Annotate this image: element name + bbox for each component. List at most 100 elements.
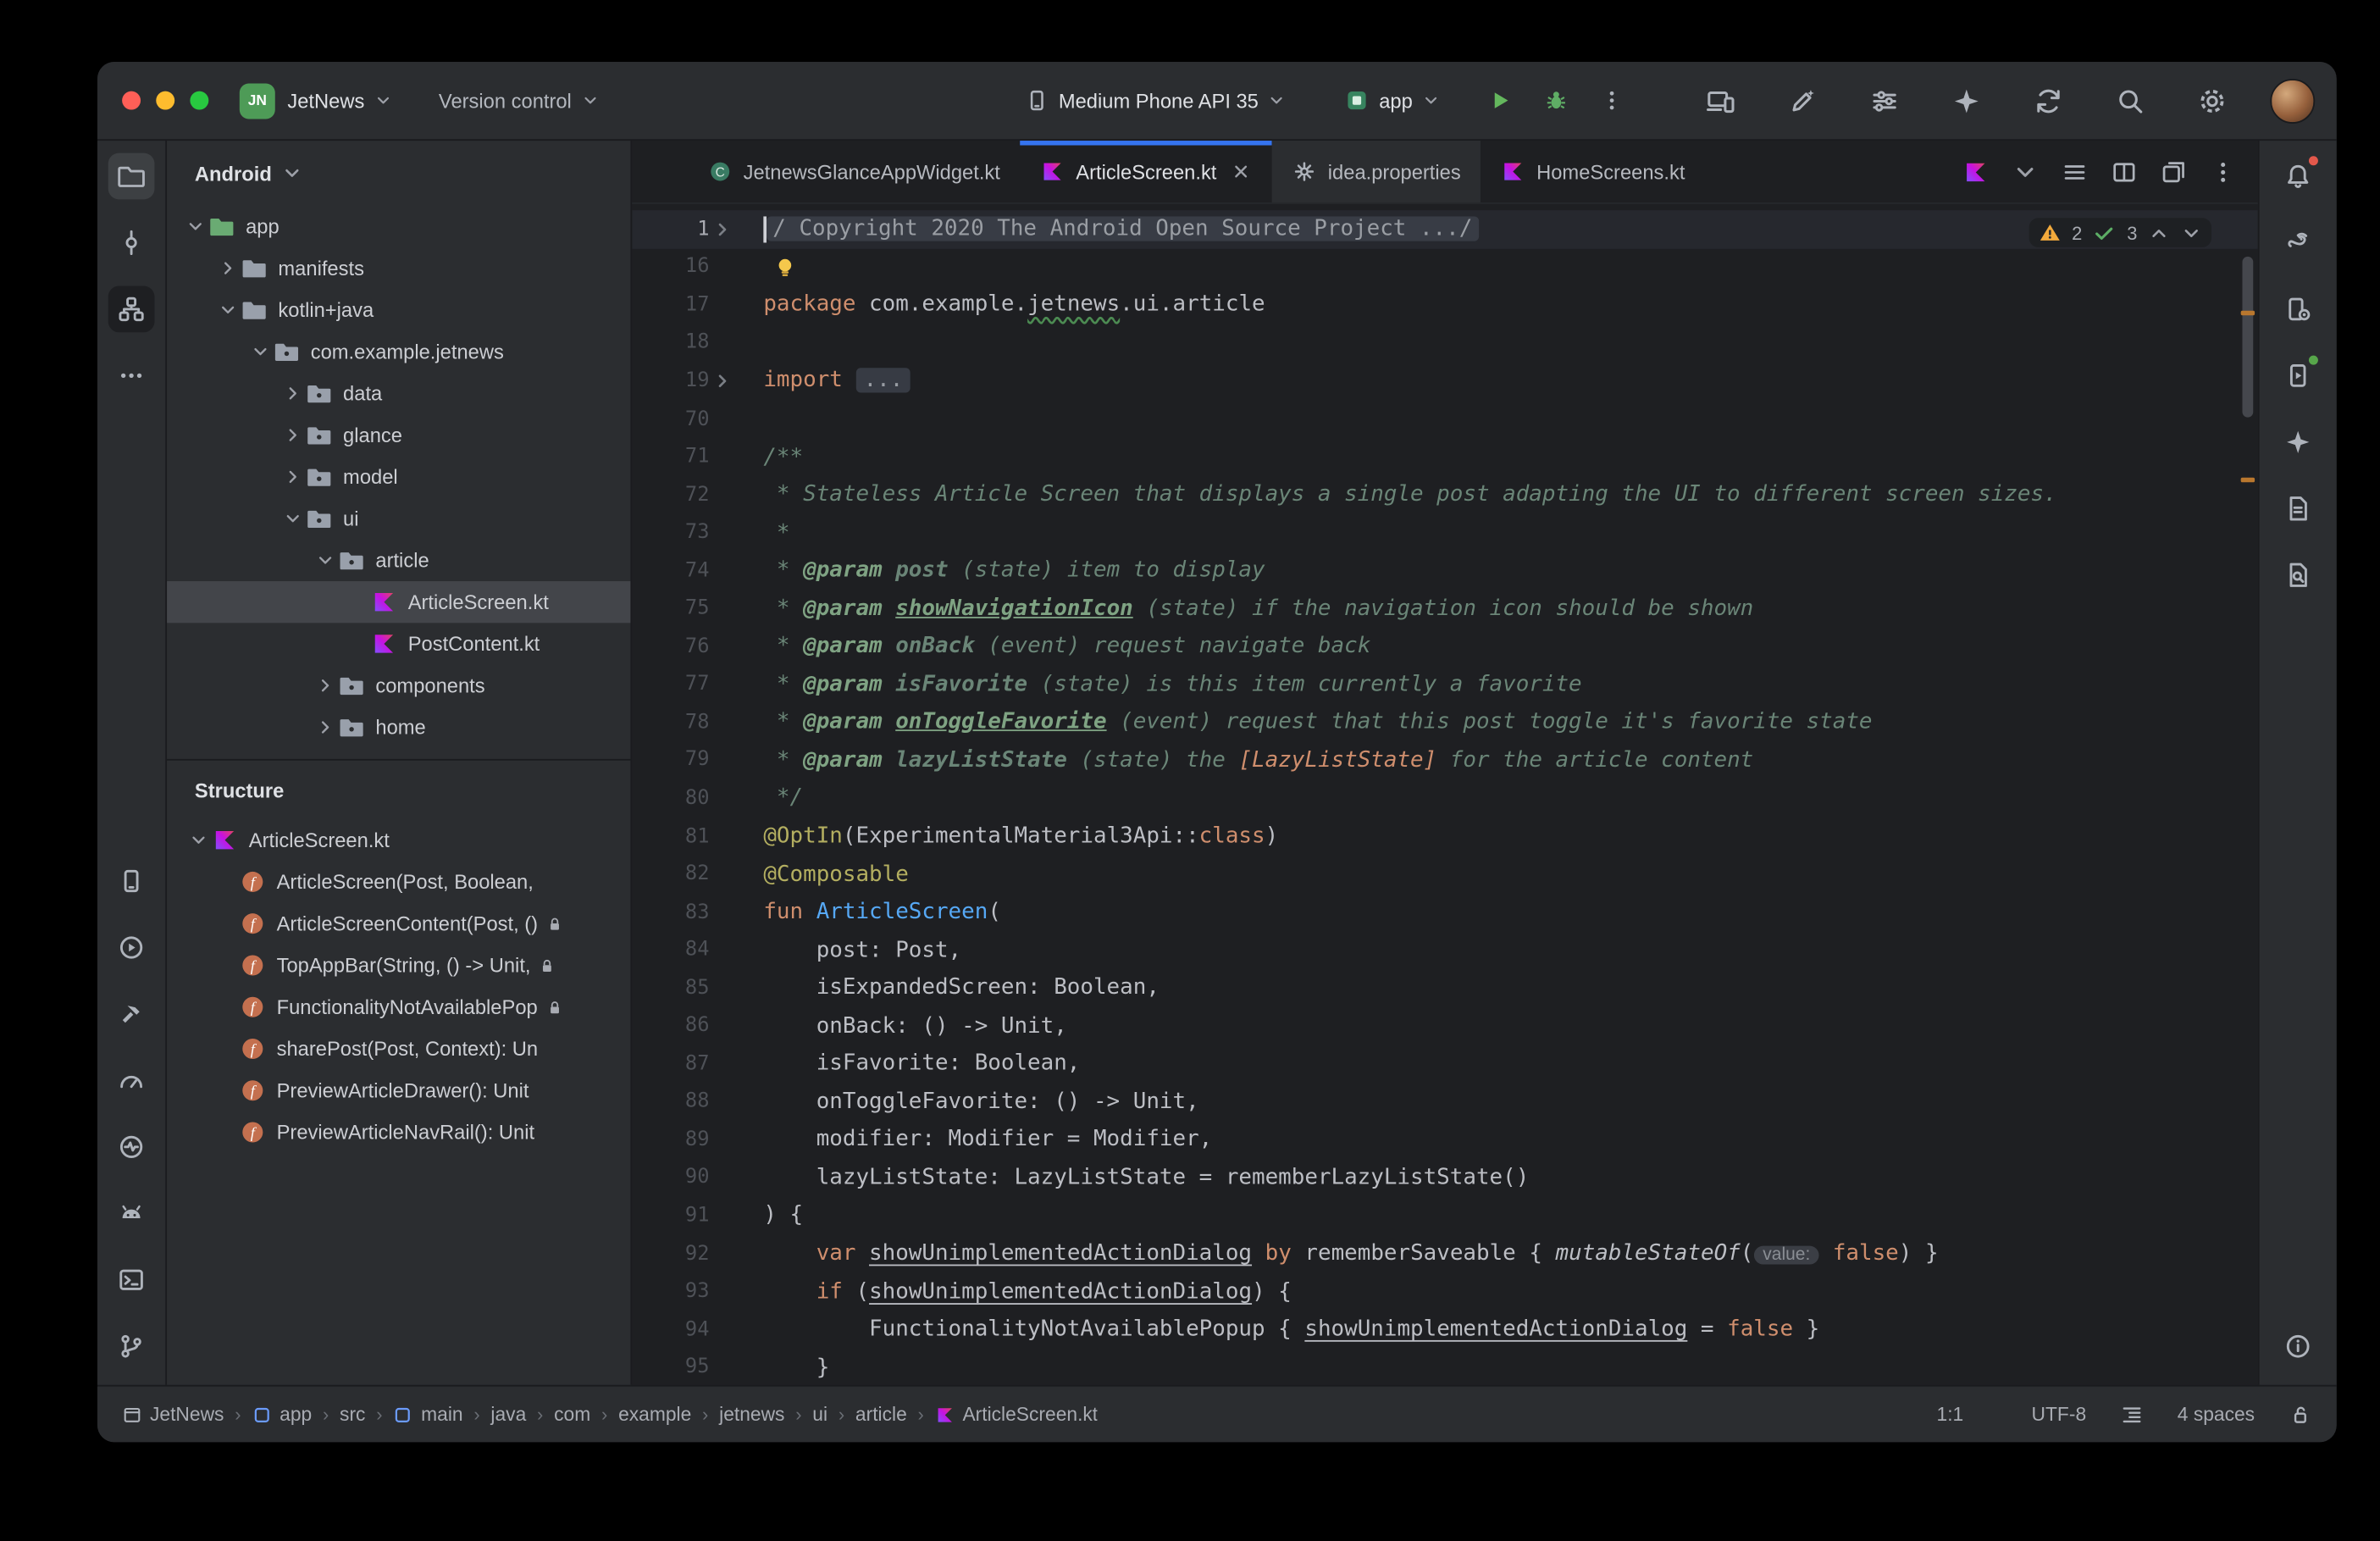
expand-arrow-icon[interactable] xyxy=(215,256,241,280)
code-line-90[interactable]: 90 lazyListState: LazyListState = rememb… xyxy=(632,1159,2257,1197)
tree-item-functionalitynotavailablepop[interactable]: fFunctionalityNotAvailablePop xyxy=(167,986,630,1028)
run-config-selector[interactable]: app xyxy=(1332,79,1453,122)
device-mirroring-button[interactable] xyxy=(1696,77,1743,124)
notifications-button[interactable] xyxy=(2275,153,2322,200)
tree-item-sharepost-post-context-un[interactable]: fsharePost(Post, Context): Un xyxy=(167,1028,630,1069)
code-line-95[interactable]: 95 } xyxy=(632,1349,2257,1385)
tree-item-app[interactable]: app xyxy=(167,206,630,247)
tree-item-articlescreen-kt[interactable]: ArticleScreen.kt xyxy=(167,819,630,861)
breadcrumb-item-articlescreen-kt[interactable]: ArticleScreen.kt xyxy=(935,1404,1099,1426)
sync-project-button[interactable] xyxy=(2024,77,2071,124)
code-line-75[interactable]: 75 * @param showNavigationIcon (state) i… xyxy=(632,590,2257,628)
more-run-actions-button[interactable] xyxy=(1589,77,1636,124)
tree-item-topappbar-string-unit[interactable]: fTopAppBar(String, () -> Unit, xyxy=(167,945,630,986)
project-tool-button[interactable] xyxy=(108,153,155,200)
problems-tool-button[interactable] xyxy=(2275,1323,2322,1370)
more-tool-windows-button[interactable] xyxy=(108,352,155,399)
expand-arrow-icon[interactable] xyxy=(313,715,339,740)
code-line-19[interactable]: 19import ... xyxy=(632,362,2257,400)
build-tool-button[interactable] xyxy=(108,991,155,1038)
tree-item-ui[interactable]: ui xyxy=(167,498,630,540)
tree-item-previewarticledrawer-unit[interactable]: fPreviewArticleDrawer(): Unit xyxy=(167,1070,630,1111)
device-manager-tool-button[interactable] xyxy=(2275,286,2322,333)
settings-button[interactable] xyxy=(2189,77,2235,124)
unlock-icon[interactable] xyxy=(2289,1403,2311,1426)
user-avatar[interactable] xyxy=(2270,78,2315,123)
emulator-tool-button[interactable] xyxy=(108,1190,155,1237)
code-line-92[interactable]: 92 var showUnimplementedActionDialog by … xyxy=(632,1234,2257,1272)
toolbar-filters-button[interactable] xyxy=(1861,77,1907,124)
detach-editor-icon[interactable] xyxy=(2161,158,2187,185)
vcs-widget[interactable]: Version control xyxy=(426,80,612,121)
breadcrumb-item-jetnews[interactable]: jetnews xyxy=(719,1404,784,1426)
gradle-tool-button[interactable] xyxy=(2275,219,2322,266)
device-selector[interactable]: Medium Phone API 35 xyxy=(1012,79,1298,122)
close-tab-icon[interactable] xyxy=(1231,161,1253,183)
code-line-71[interactable]: 71/** xyxy=(632,438,2257,476)
tree-item-article[interactable]: article xyxy=(167,540,630,581)
breadcrumb-item-ui[interactable]: ui xyxy=(812,1404,827,1426)
expand-arrow-icon[interactable] xyxy=(280,423,306,447)
code-line-73[interactable]: 73 * xyxy=(632,513,2257,552)
code-line-18[interactable]: 18 xyxy=(632,324,2257,363)
code-editor[interactable]: 2 3 1/ Copyright 2020 The Android Open S… xyxy=(632,204,2257,1385)
close-window-button[interactable] xyxy=(122,91,141,110)
expand-arrow-icon[interactable] xyxy=(280,507,306,531)
run-tool-button[interactable] xyxy=(108,924,155,971)
project-pane-header[interactable]: Android xyxy=(167,141,630,206)
expand-arrow-icon[interactable] xyxy=(313,548,339,573)
device-explorer-tool-button[interactable] xyxy=(2275,552,2322,598)
code-line-81[interactable]: 81@OptIn(ExperimentalMaterial3Api::class… xyxy=(632,818,2257,856)
fold-arrow-icon[interactable] xyxy=(709,371,735,391)
editor-scrollbar[interactable] xyxy=(2242,257,2253,418)
gemini-tool-button[interactable] xyxy=(2275,419,2322,465)
fold-arrow-icon[interactable] xyxy=(709,219,735,240)
app-quality-insights-tool-button[interactable] xyxy=(108,1123,155,1170)
tree-item-data[interactable]: data xyxy=(167,373,630,414)
code-line-86[interactable]: 86 onBack: () -> Unit, xyxy=(632,1007,2257,1045)
expand-arrow-icon[interactable] xyxy=(313,673,339,698)
split-editor-icon[interactable] xyxy=(2111,158,2137,185)
tree-item-model[interactable]: model xyxy=(167,456,630,497)
code-line-87[interactable]: 87 isFavorite: Boolean, xyxy=(632,1045,2257,1083)
code-line-89[interactable]: 89 modifier: Modifier = Modifier, xyxy=(632,1121,2257,1159)
tab-jetnewsglanceappwidget-kt[interactable]: CJetnewsGlanceAppWidget.kt xyxy=(688,141,1021,202)
code-line-88[interactable]: 88 onToggleFavorite: () -> Unit, xyxy=(632,1083,2257,1121)
expand-arrow-icon[interactable] xyxy=(215,297,241,322)
editor-options-icon[interactable] xyxy=(2210,158,2236,185)
commit-tool-button[interactable] xyxy=(108,219,155,266)
warning-stripe-mark[interactable] xyxy=(2241,311,2255,315)
code-line-70[interactable]: 70 xyxy=(632,400,2257,438)
code-line-17[interactable]: 17package com.example.jetnews.ui.article xyxy=(632,286,2257,324)
code-line-78[interactable]: 78 * @param onToggleFavorite (event) req… xyxy=(632,703,2257,741)
code-line-79[interactable]: 79 * @param lazyListState (state) the [L… xyxy=(632,741,2257,779)
hidden-tabs-kotlin-icon[interactable] xyxy=(1962,158,1989,185)
code-line-82[interactable]: 82@Composable xyxy=(632,856,2257,894)
code-line-16[interactable]: 16 xyxy=(632,248,2257,286)
project-switcher[interactable]: JetNews xyxy=(275,80,405,121)
tree-item-com-example-jetnews[interactable]: com.example.jetnews xyxy=(167,330,630,372)
code-line-76[interactable]: 76 * @param onBack (event) request navig… xyxy=(632,628,2257,666)
breadcrumb-item-java[interactable]: java xyxy=(490,1404,526,1426)
logcat-tool-button[interactable] xyxy=(108,858,155,905)
ai-assist-button[interactable] xyxy=(1779,77,1825,124)
code-line-80[interactable]: 80 */ xyxy=(632,779,2257,818)
hidden-tabs-chevron-icon[interactable] xyxy=(2012,158,2039,185)
tab-homescreens-kt[interactable]: HomeScreens.kt xyxy=(1481,141,1705,202)
zoom-window-button[interactable] xyxy=(190,91,208,110)
tree-item-home[interactable]: home xyxy=(167,707,630,748)
code-line-85[interactable]: 85 isExpandedScreen: Boolean, xyxy=(632,969,2257,1007)
debug-button[interactable] xyxy=(1533,77,1580,124)
code-line-93[interactable]: 93 if (showUnimplementedActionDialog) { xyxy=(632,1272,2257,1311)
breadcrumb-item-example[interactable]: example xyxy=(618,1404,691,1426)
code-line-91[interactable]: 91) { xyxy=(632,1197,2257,1235)
tab-articlescreen-kt[interactable]: ArticleScreen.kt xyxy=(1021,141,1272,202)
code-line-74[interactable]: 74 * @param post (state) item to display xyxy=(632,552,2257,590)
code-line-72[interactable]: 72 * Stateless Article Screen that displ… xyxy=(632,476,2257,514)
tree-item-articlescreen-post-boolean[interactable]: fArticleScreen(Post, Boolean, xyxy=(167,861,630,902)
code-line-1[interactable]: 1/ Copyright 2020 The Android Open Sourc… xyxy=(632,210,2257,248)
search-everywhere-button[interactable] xyxy=(2106,77,2153,124)
expand-arrow-icon[interactable] xyxy=(185,828,212,852)
app-links-assistant-tool-button[interactable] xyxy=(2275,485,2322,532)
code-line-77[interactable]: 77 * @param isFavorite (state) is this i… xyxy=(632,666,2257,704)
